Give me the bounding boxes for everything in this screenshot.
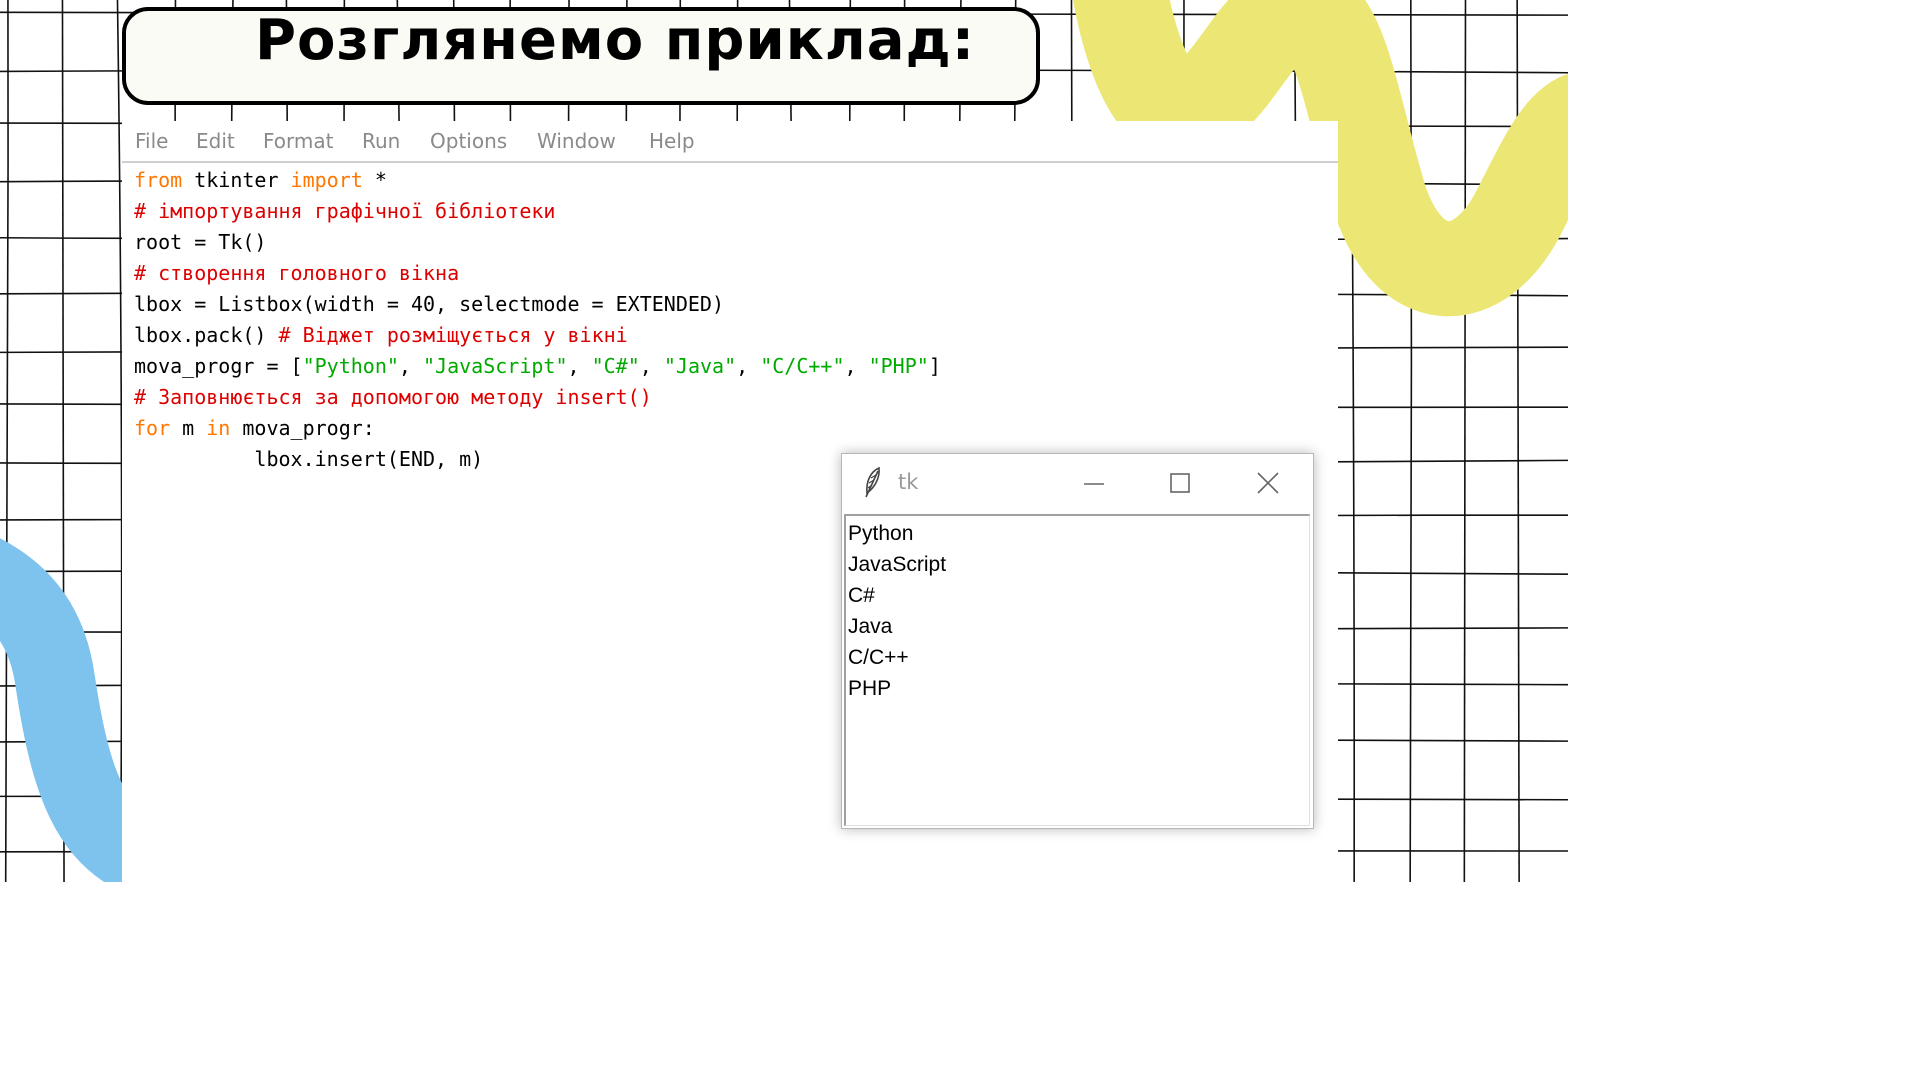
code-line-6: lbox.pack() # Віджет розміщується у вікн…: [134, 320, 941, 351]
string: "C#": [591, 354, 640, 378]
code-text: mova_progr:: [230, 416, 375, 440]
listbox-item[interactable]: C#: [848, 580, 946, 611]
slide-title: Розглянемо приклад:: [255, 8, 976, 73]
grid-line: [1463, 0, 1467, 882]
code-area[interactable]: from tkinter import * # імпортування граф…: [134, 165, 941, 475]
code-text: *: [362, 168, 387, 192]
code-text: root = Tk(): [134, 230, 267, 254]
keyword: import: [290, 168, 363, 192]
code-line-8: # Заповнюється за допомогою методу inser…: [134, 382, 941, 413]
listbox-item[interactable]: C/C++: [848, 642, 946, 673]
menu-run[interactable]: Run: [362, 129, 400, 153]
keyword: in: [206, 416, 231, 440]
code-line-10: lbox.insert(END, m): [134, 444, 941, 475]
close-icon: [1257, 472, 1279, 494]
close-button[interactable]: [1250, 466, 1286, 502]
maximize-button[interactable]: [1162, 466, 1198, 502]
string: "JavaScript": [423, 354, 568, 378]
code-text: lbox.pack(): [134, 323, 279, 347]
feather-icon: [865, 466, 880, 498]
listbox-item[interactable]: PHP: [848, 673, 946, 704]
menu-bar: File Edit Format Run Options Window Help: [122, 121, 1338, 163]
code-text: lbox = Listbox(width = 40, selectmode = …: [134, 292, 725, 316]
code-text: tkinter: [182, 168, 291, 192]
comment: # Віджет розміщується у вікні: [278, 323, 628, 347]
code-text: ,: [844, 354, 869, 378]
listbox[interactable]: Python JavaScript C# Java C/C++ PHP: [844, 514, 1310, 826]
menu-window[interactable]: Window: [537, 129, 616, 153]
code-text: ,: [398, 354, 423, 378]
minimize-button[interactable]: [1076, 466, 1112, 502]
grid-line: [4, 0, 9, 882]
code-text: lbox.insert(END, m): [134, 447, 484, 471]
string: "Python": [302, 354, 399, 378]
string: "C/C++": [760, 354, 845, 378]
code-line-1: from tkinter import *: [134, 165, 941, 196]
comment: # Заповнюється за допомогою методу inser…: [134, 385, 652, 409]
keyword: for: [134, 416, 171, 440]
code-line-3: root = Tk(): [134, 227, 941, 258]
code-line-2: # імпортування графічної бібліотеки: [134, 196, 941, 227]
menu-format[interactable]: Format: [263, 129, 333, 153]
comment: # імпортування графічної бібліотеки: [134, 199, 556, 223]
menu-help[interactable]: Help: [649, 129, 695, 153]
code-text: mova_progr = [: [134, 354, 303, 378]
comment: # створення головного вікна: [134, 261, 460, 285]
string: "Java": [663, 354, 737, 378]
tk-title-bar[interactable]: tk: [842, 454, 1313, 514]
code-line-9: for m in mova_progr:: [134, 413, 941, 444]
tk-window: tk Python JavaScript C# Java C/C++ PHP: [841, 453, 1314, 829]
menu-options[interactable]: Options: [430, 129, 507, 153]
code-line-5: lbox = Listbox(width = 40, selectmode = …: [134, 289, 941, 320]
keyword: from: [134, 168, 183, 192]
tk-window-title: tk: [898, 470, 919, 494]
listbox-item[interactable]: Python: [848, 518, 946, 549]
code-line-7: mova_progr = ["Python", "JavaScript", "C…: [134, 351, 941, 382]
menu-file[interactable]: File: [135, 129, 168, 153]
code-text: ]: [928, 354, 941, 378]
listbox-item[interactable]: Java: [848, 611, 946, 642]
code-text: m: [170, 416, 207, 440]
code-text: ,: [639, 354, 664, 378]
menu-edit[interactable]: Edit: [196, 129, 235, 153]
minimize-icon: [1084, 483, 1104, 485]
listbox-items: Python JavaScript C# Java C/C++ PHP: [848, 518, 946, 704]
string: "PHP": [868, 354, 929, 378]
listbox-item[interactable]: JavaScript: [848, 549, 946, 580]
maximize-icon: [1170, 473, 1190, 493]
code-line-4: # створення головного вікна: [134, 258, 941, 289]
code-text: ,: [736, 354, 761, 378]
code-text: ,: [567, 354, 592, 378]
